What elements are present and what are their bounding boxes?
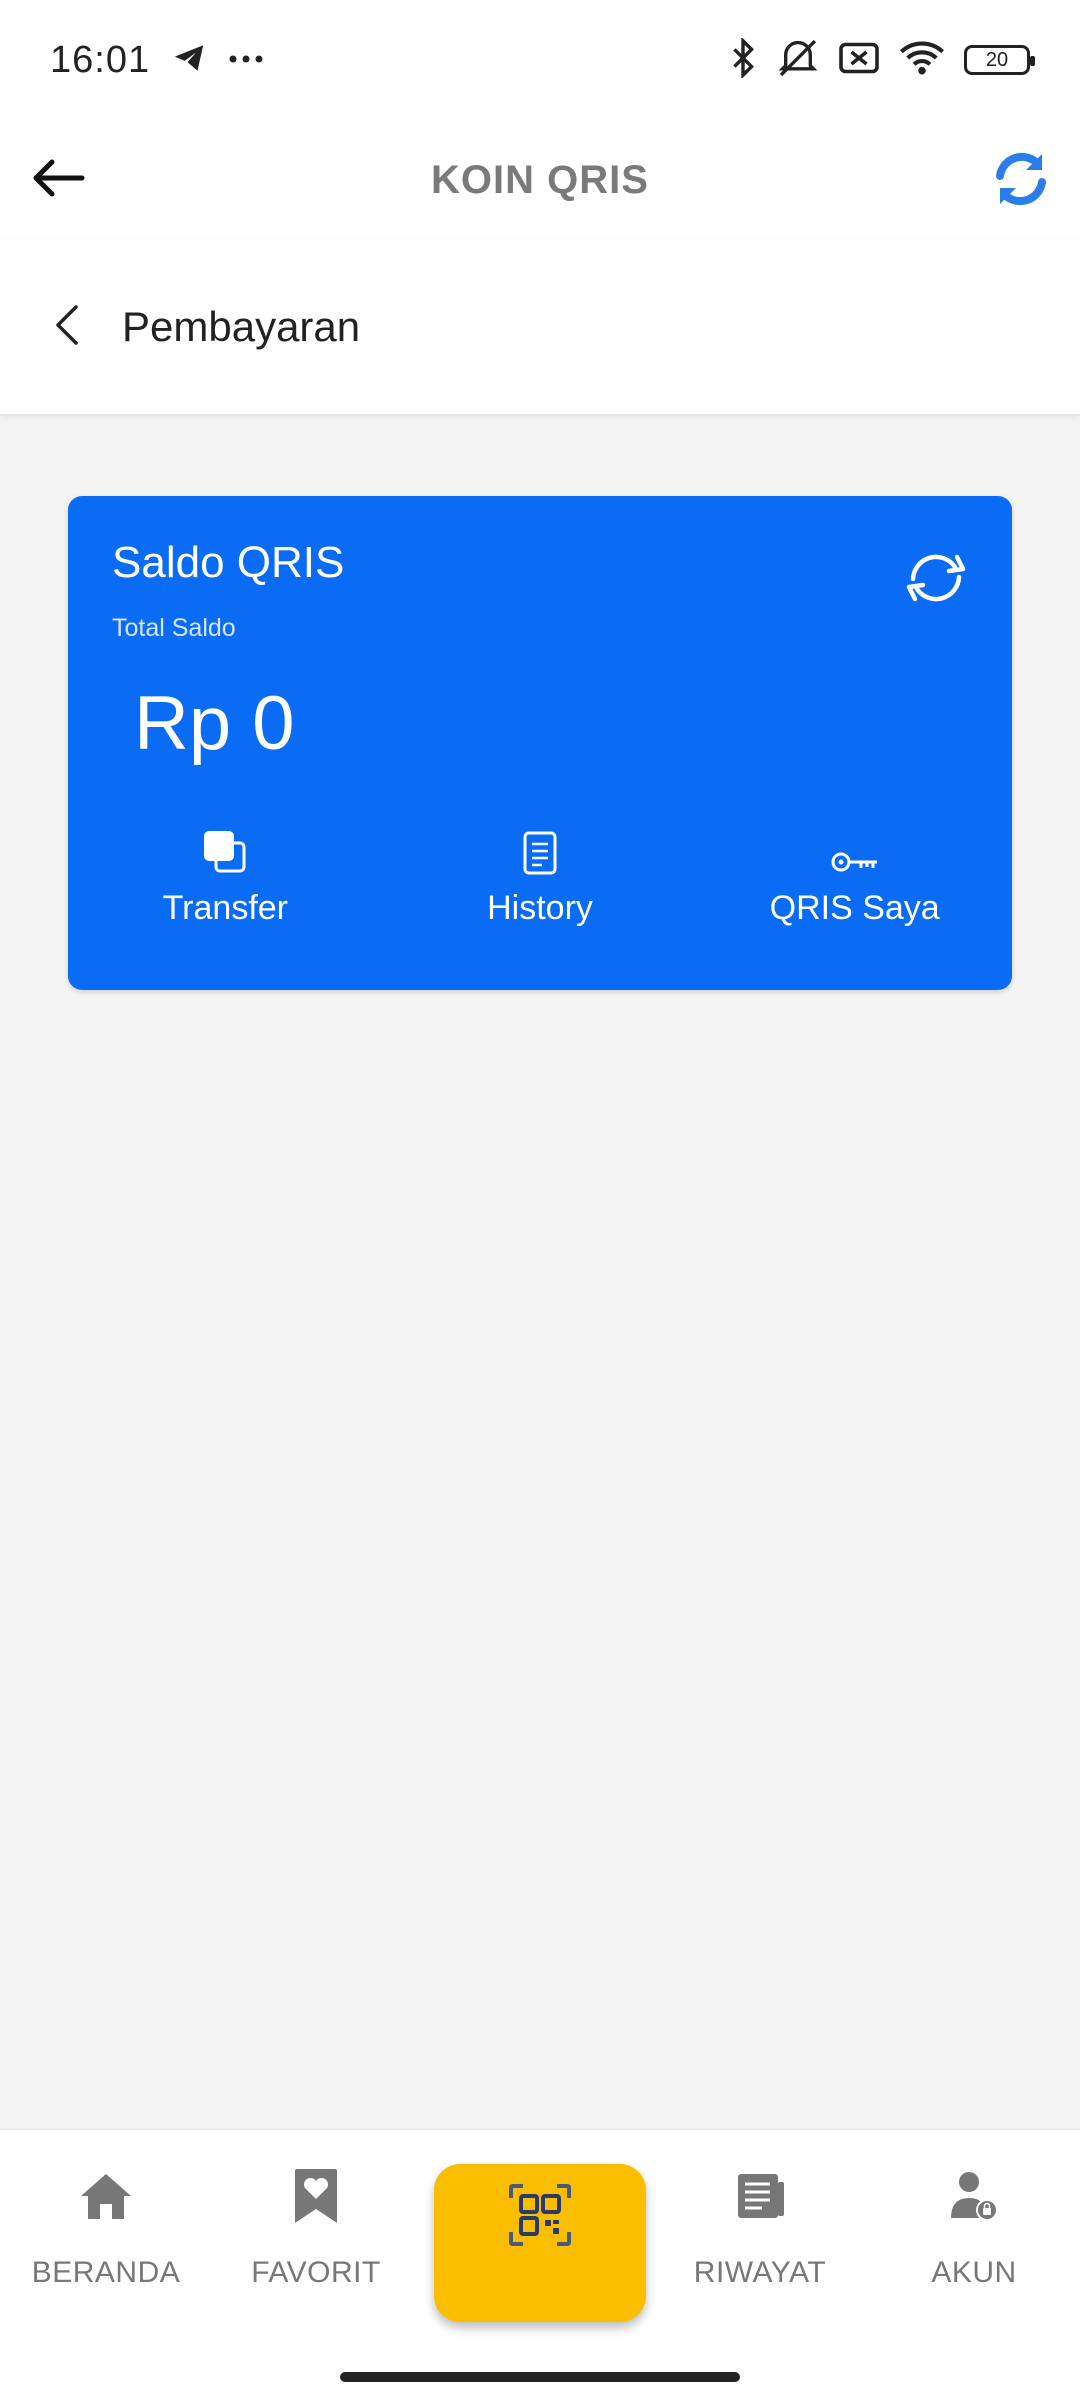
wifi-icon [898, 39, 946, 82]
more-dots-icon [228, 51, 264, 69]
qr-scan-icon [509, 2184, 571, 2251]
home-icon [79, 2164, 133, 2228]
bottom-nav: BERANDA FAVORIT RIWAYAT AKUN [0, 2128, 1080, 2400]
sim-off-icon [838, 40, 880, 81]
history-button[interactable]: History [383, 823, 698, 928]
nav-favorit-label: FAVORIT [251, 2256, 381, 2289]
copy-icon [202, 823, 248, 875]
page-title: KOIN QRIS [431, 157, 649, 202]
qris-saya-label: QRIS Saya [769, 889, 940, 927]
mute-icon [776, 38, 820, 83]
chevron-left-icon [52, 303, 82, 352]
card-title: Saldo QRIS [112, 538, 345, 587]
status-left: 16:01 [50, 39, 264, 82]
sub-header: Pembayaran [0, 240, 1080, 416]
screen: 16:01 20 KOIN QRIS Pembayaran Saldo QRIS… [0, 0, 1080, 2400]
refresh-icon [992, 150, 1050, 213]
balance-amount: Rp 0 [134, 681, 295, 766]
transfer-button[interactable]: Transfer [68, 823, 383, 928]
section-title: Pembayaran [122, 303, 361, 350]
app-bar: KOIN QRIS [0, 120, 1080, 240]
bluetooth-icon [728, 36, 758, 83]
home-indicator[interactable] [340, 2372, 740, 2382]
balance-card: Saldo QRIS Total Saldo Rp 0 Transfer His… [68, 496, 1012, 990]
key-icon [831, 823, 879, 875]
nav-qr-scan-button[interactable] [434, 2164, 646, 2322]
telegram-icon [172, 41, 206, 80]
card-subtitle: Total Saldo [112, 614, 236, 642]
status-right: 20 [728, 36, 1035, 83]
nav-riwayat-label: RIWAYAT [693, 2256, 827, 2289]
card-actions: Transfer History QRIS Saya [68, 823, 1012, 928]
arrow-left-icon [30, 158, 86, 203]
sync-icon [903, 549, 969, 612]
status-bar: 16:01 20 [0, 0, 1080, 120]
nav-riwayat[interactable]: RIWAYAT [660, 2164, 860, 2290]
nav-akun[interactable]: AKUN [874, 2164, 1074, 2290]
document-icon [523, 823, 557, 875]
newspaper-icon [734, 2164, 786, 2228]
history-label: History [487, 889, 593, 927]
status-time: 16:01 [50, 38, 151, 81]
bookmark-heart-icon [293, 2164, 339, 2228]
nav-beranda[interactable]: BERANDA [6, 2164, 206, 2290]
transfer-label: Transfer [162, 889, 288, 927]
sync-balance-button[interactable] [900, 544, 972, 616]
nav-akun-label: AKUN [931, 2256, 1017, 2289]
refresh-button[interactable] [986, 146, 1056, 216]
nav-beranda-label: BERANDA [31, 2256, 181, 2289]
battery-indicator: 20 [964, 45, 1035, 75]
user-lock-icon [949, 2164, 999, 2228]
sub-back-button[interactable] [32, 292, 102, 362]
nav-favorit[interactable]: FAVORIT [216, 2164, 416, 2290]
qris-saya-button[interactable]: QRIS Saya [697, 823, 1012, 928]
back-button[interactable] [26, 148, 90, 212]
